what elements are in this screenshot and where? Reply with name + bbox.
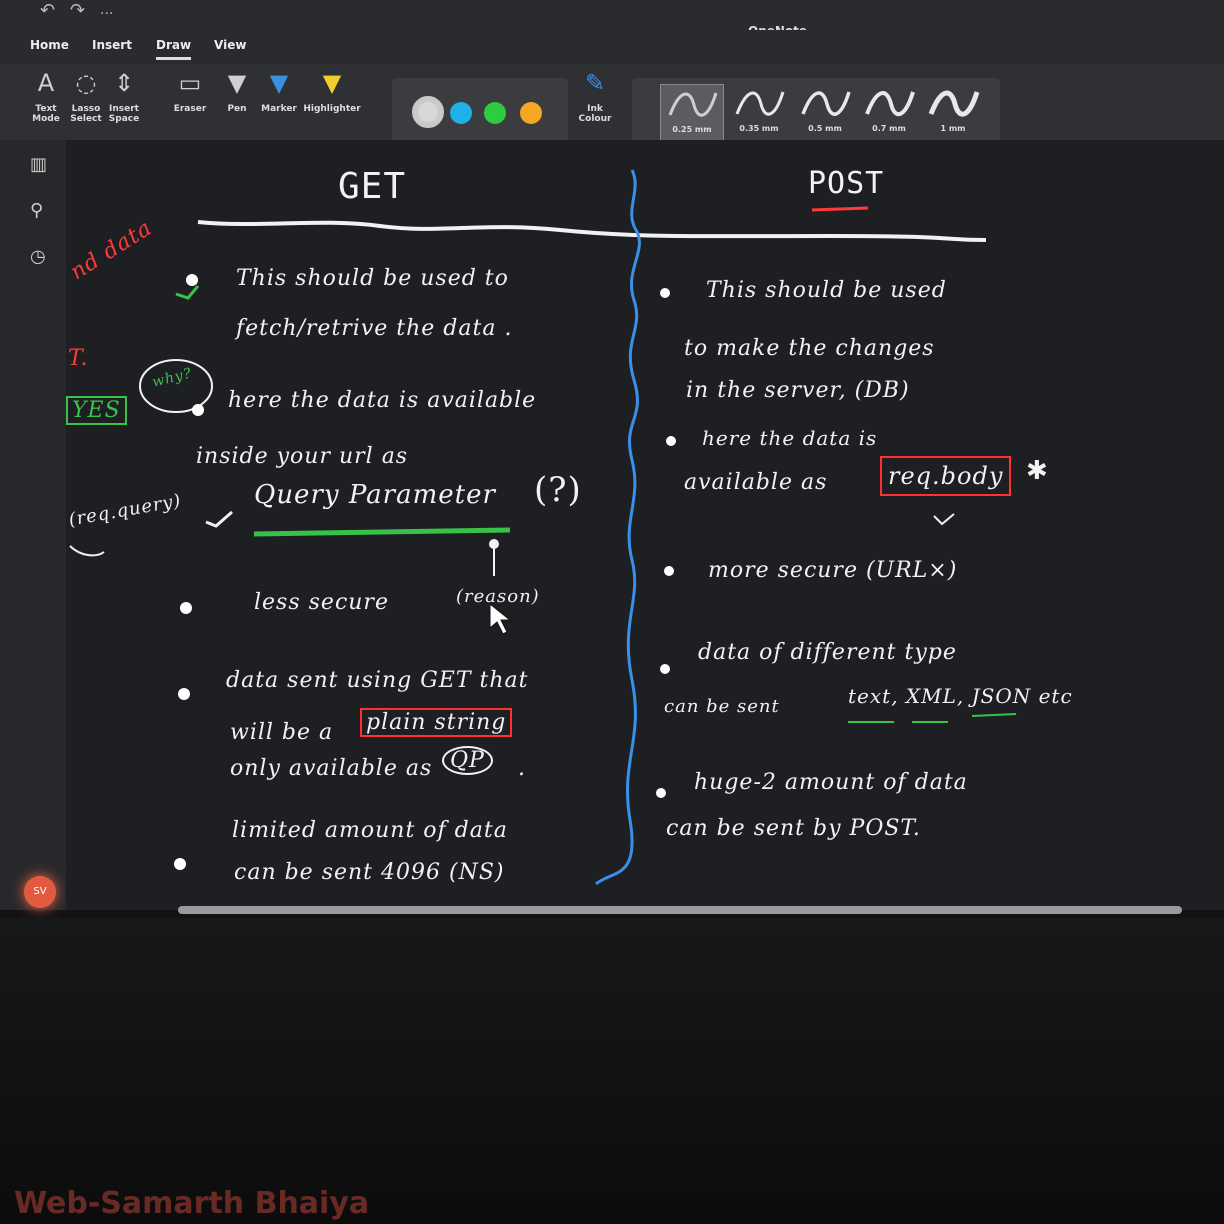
- get-bullet-5: [174, 858, 186, 870]
- margin-note-t: T.: [68, 346, 89, 371]
- get-point-4-plain-string: plain string: [360, 708, 513, 737]
- post-point-5-line-2: can be sent by POST.: [666, 816, 921, 841]
- post-point-2-star: ✱: [1026, 456, 1049, 486]
- post-point-4-line-2-a: can be sent: [664, 696, 780, 717]
- get-point-4-qp: QP: [442, 746, 493, 775]
- get-point-3-suffix: (reason): [456, 586, 540, 607]
- post-point-1-line-3: in the server, (DB): [686, 378, 910, 403]
- get-bullet-1: [186, 274, 198, 286]
- post-bullet-5: [656, 788, 666, 798]
- horizontal-scrollbar[interactable]: [178, 906, 1182, 914]
- post-bullet-4: [660, 664, 670, 674]
- get-bullet-4: [178, 688, 190, 700]
- post-bullet-1: [660, 288, 670, 298]
- get-point-1-line-1: This should be used to: [236, 266, 509, 291]
- get-bullet-2: [192, 404, 204, 416]
- post-heading: POST: [808, 166, 885, 201]
- get-point-2-line-3: Query Parameter: [254, 480, 496, 510]
- get-point-5-line-1: limited amount of data: [232, 818, 508, 843]
- margin-note-yes: YES: [66, 396, 127, 425]
- get-point-4-line-3-a: only available as: [230, 756, 433, 781]
- post-point-2-line-1: here the data is: [702, 426, 878, 450]
- post-point-4-types: text, XML, JSON etc: [848, 684, 1073, 708]
- video-watermark: Web-Samarth Bhaiya: [14, 1186, 370, 1221]
- get-bullet-3: [180, 602, 192, 614]
- get-point-4-line-3-end: .: [518, 756, 526, 781]
- post-point-1-line-1: This should be used: [706, 278, 947, 303]
- post-point-5-line-1: huge-2 amount of data: [694, 770, 968, 795]
- screen-bezel-area: [0, 918, 1224, 1224]
- get-point-4-line-1: data sent using GET that: [226, 668, 529, 693]
- get-point-1-line-2: fetch/retrive the data .: [236, 316, 513, 341]
- get-point-4-line-2-a: will be a: [230, 720, 334, 745]
- get-heading: GET: [338, 166, 407, 207]
- get-point-5-line-2: can be sent 4096 (NS): [234, 860, 505, 885]
- post-bullet-3: [664, 566, 674, 576]
- post-point-2-line-2-a: available as: [684, 470, 828, 495]
- get-point-2-line-1: here the data is available: [228, 388, 537, 413]
- post-point-3-line-1: more secure (URL×): [708, 558, 958, 583]
- get-point-3-line-1: less secure: [254, 590, 389, 615]
- post-point-1-line-2: to make the changes: [684, 336, 935, 361]
- post-bullet-2: [666, 436, 676, 446]
- post-point-2-req-body: req.body: [880, 456, 1012, 496]
- post-point-4-line-1: data of different type: [698, 640, 957, 665]
- get-point-2-line-2: inside your url as: [196, 444, 409, 469]
- get-point-2-suffix: (?): [534, 470, 582, 510]
- onenote-screen: ↶ ↷ ... OneNote Home Insert Draw View A …: [0, 0, 1224, 1224]
